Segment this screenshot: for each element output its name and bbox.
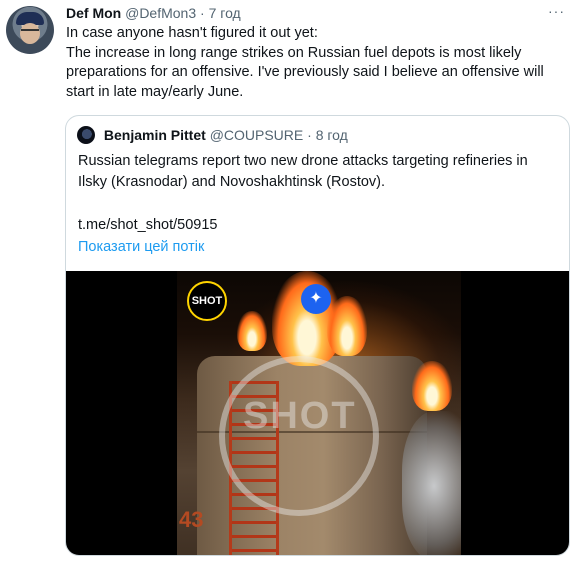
quote-text: Russian telegrams report two new drone a…	[78, 151, 558, 193]
quoted-tweet[interactable]: Benjamin Pittet @COUPSURE · 8 год Russia…	[65, 115, 570, 556]
smoke	[402, 411, 461, 555]
tweet-text: In case anyone hasn't figured it out yet…	[66, 24, 571, 102]
flame	[237, 311, 267, 351]
quote-time[interactable]: 8 год	[316, 127, 348, 143]
quote-separator: ·	[307, 127, 312, 143]
quote-link[interactable]: t.me/shot_shot/50915	[78, 215, 217, 235]
quote-body: Russian telegrams report two new drone a…	[78, 153, 528, 190]
tank-number: 43	[179, 507, 204, 532]
video-frame[interactable]: 43 SHOT SHOT ✦	[177, 271, 461, 555]
tweet-line: The increase in long range strikes on Ru…	[66, 44, 544, 100]
quote-author-name[interactable]: Benjamin Pittet	[104, 127, 206, 143]
sparkle-icon[interactable]: ✦	[301, 284, 331, 314]
author-name[interactable]: Def Mon	[66, 5, 121, 21]
watermark-text: SHOT	[243, 395, 357, 437]
quote-avatar[interactable]	[77, 126, 95, 144]
show-thread-link[interactable]: Показати цей потік	[78, 237, 204, 257]
tweet-header: Def Mon @DefMon3 · 7 год	[66, 4, 539, 22]
shot-logo-badge: SHOT	[187, 281, 227, 321]
avatar-glasses	[21, 29, 39, 35]
author-avatar[interactable]	[6, 6, 54, 54]
tweet-time[interactable]: 7 год	[209, 5, 241, 21]
quote-author-handle[interactable]: @COUPSURE	[210, 127, 304, 143]
author-handle[interactable]: @DefMon3	[125, 5, 196, 21]
quote-media[interactable]: 43 SHOT SHOT ✦	[66, 271, 569, 555]
tweet-line: In case anyone hasn't figured it out yet…	[66, 25, 318, 41]
flame	[412, 361, 452, 411]
quote-header: Benjamin Pittet @COUPSURE · 8 год	[77, 125, 348, 145]
header-separator: ·	[200, 5, 205, 21]
flame	[327, 296, 367, 356]
more-dots-icon[interactable]: ···	[548, 4, 565, 18]
